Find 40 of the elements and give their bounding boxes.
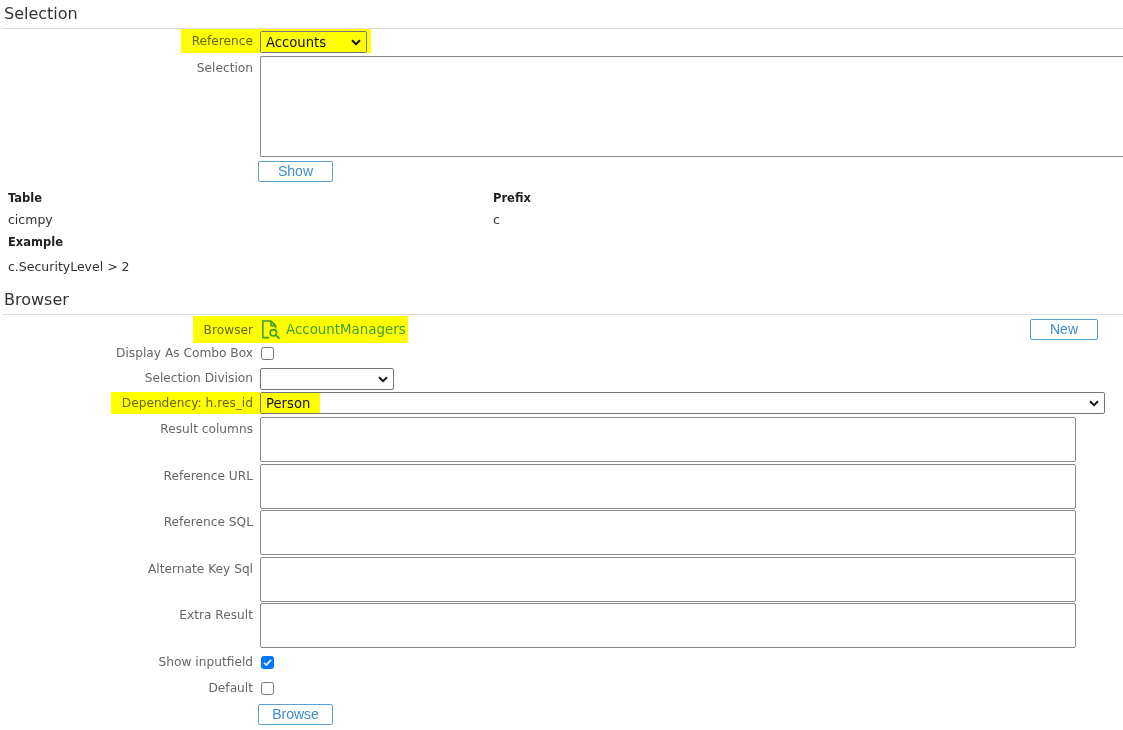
checkbox[interactable] (261, 346, 274, 360)
action-button[interactable]: Browse (258, 704, 333, 725)
field-label: Extra Result (179, 607, 253, 623)
chevron-down-icon (351, 38, 362, 46)
text-area[interactable] (260, 463, 1076, 509)
field-label: Display As Combo Box (116, 345, 253, 361)
info-label: Table (8, 190, 43, 207)
dropdown[interactable]: Person (260, 392, 1105, 414)
section-heading: Browser (4, 290, 69, 309)
document-search-icon (261, 320, 280, 339)
field-label: Selection Division (144, 370, 253, 387)
field-label: Result columns (160, 421, 253, 437)
field-label: Alternate Key Sql (148, 560, 253, 577)
checkbox[interactable] (261, 681, 274, 695)
dropdown[interactable]: Accounts (260, 31, 368, 53)
checkbox[interactable] (261, 655, 274, 669)
field-label: Default (208, 680, 253, 696)
text-area[interactable] (260, 417, 1076, 462)
section-heading: Selection (4, 4, 78, 23)
info-label: Prefix (493, 190, 531, 207)
info-label: Example (8, 234, 63, 251)
field-label: Reference SQL (163, 514, 253, 530)
dropdown[interactable] (260, 368, 394, 390)
text-area[interactable] (260, 510, 1076, 555)
info-value: c (493, 211, 500, 229)
field-label: Selection (196, 60, 253, 76)
field-label: Dependency: h.res_id (110, 392, 260, 414)
text-area[interactable] (260, 556, 1076, 602)
info-value: c.SecurityLevel > 2 (8, 258, 130, 276)
chevron-down-icon (1089, 399, 1099, 407)
field-label: Reference (180, 29, 260, 53)
new-button[interactable]: New (1030, 319, 1098, 340)
field-label: Show inputfield (158, 654, 253, 670)
info-value: cicmpy (8, 211, 53, 229)
field-label: Browser (192, 316, 260, 343)
text-area[interactable] (260, 56, 1123, 157)
action-button[interactable]: Show (258, 161, 333, 182)
text-area[interactable] (260, 603, 1076, 648)
chevron-down-icon (378, 375, 388, 383)
field-label: Reference URL (163, 467, 253, 484)
